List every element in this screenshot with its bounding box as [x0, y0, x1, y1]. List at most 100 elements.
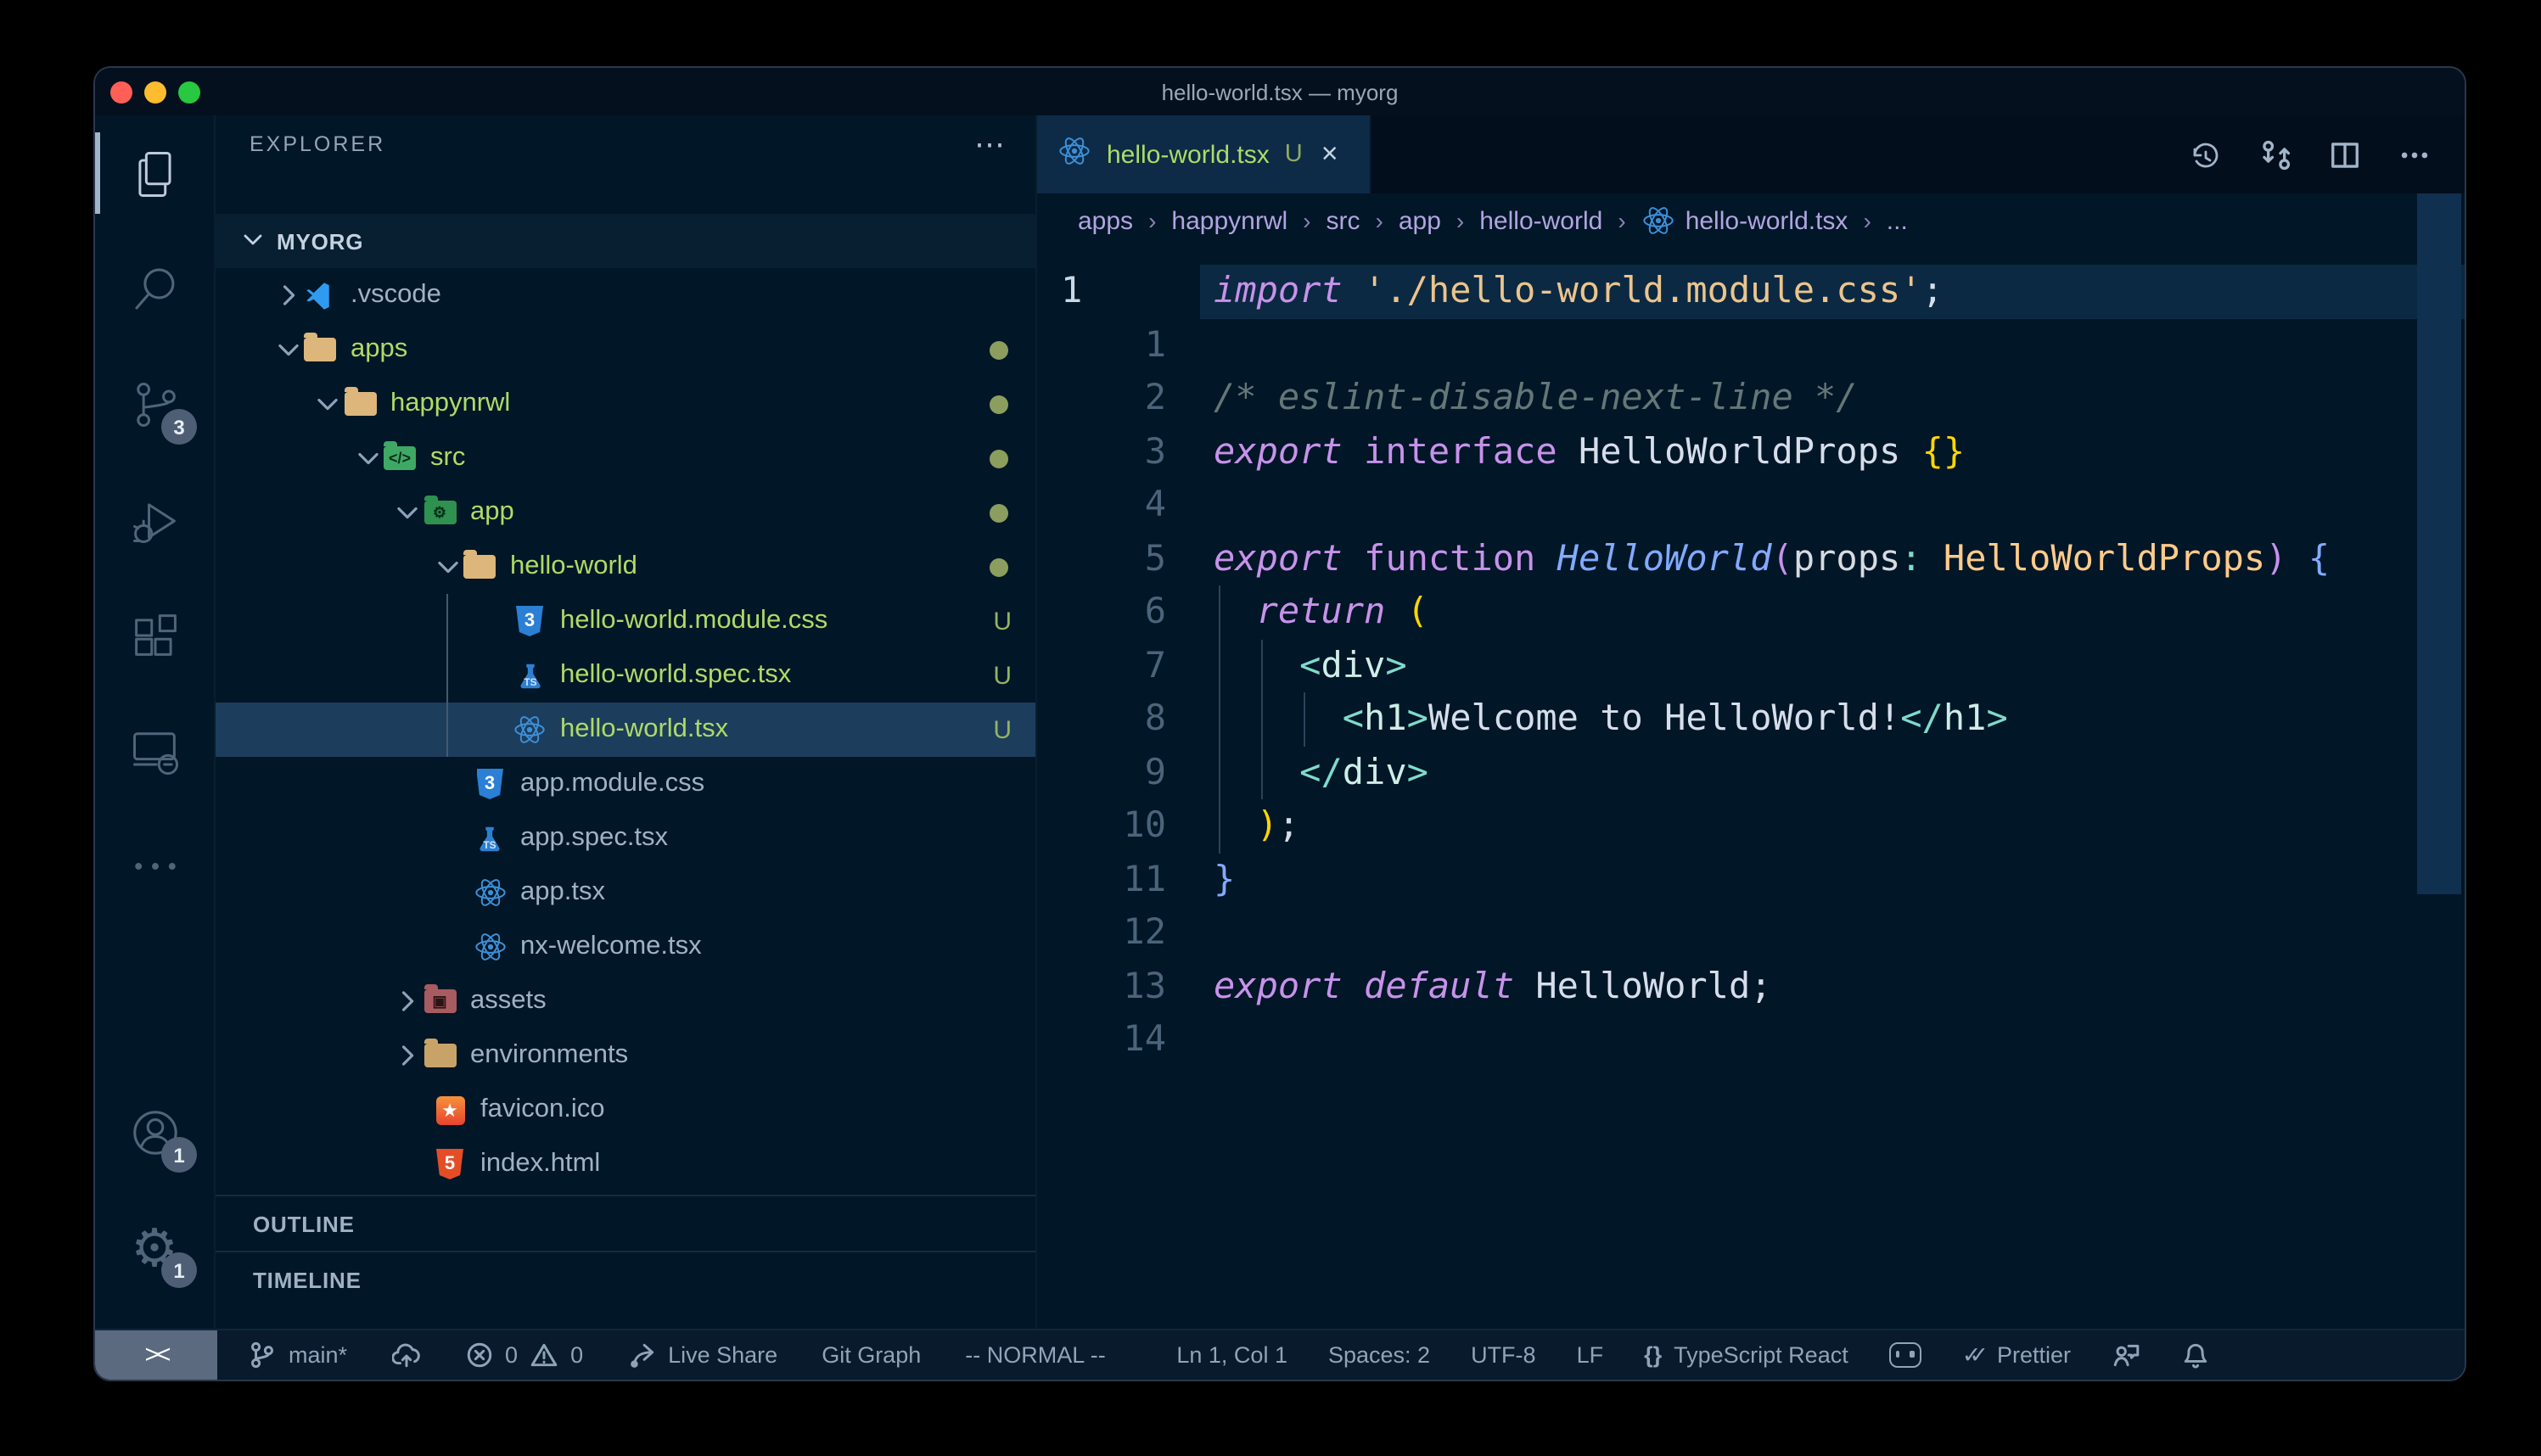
code-token: export — [1214, 537, 1343, 578]
breadcrumb-label: hello-world — [1479, 206, 1602, 235]
breadcrumb-item-hello-world-tsx[interactable]: hello-world.tsx — [1641, 204, 1848, 238]
chevron-down-icon — [392, 497, 423, 528]
status-vim-mode[interactable]: -- NORMAL -- — [965, 1342, 1106, 1368]
tree-item-apps[interactable]: apps — [216, 322, 1035, 377]
breadcrumb-item--[interactable]: ... — [1887, 206, 1908, 235]
code-token: </ — [1299, 751, 1343, 792]
tree-item-hello-world[interactable]: hello-world — [216, 540, 1035, 594]
tree-item-app[interactable]: ⚙app — [216, 485, 1035, 540]
activity-accounts[interactable]: 1 — [95, 1074, 214, 1190]
tree-item--vscode[interactable]: .vscode — [216, 268, 1035, 322]
breadcrumb-item-src[interactable]: src — [1327, 206, 1360, 235]
status-live-share[interactable]: Live Share — [627, 1341, 777, 1369]
modified-dot-icon — [990, 340, 1008, 359]
react-icon — [473, 876, 507, 910]
status-notifications[interactable] — [2181, 1341, 2210, 1369]
zoom-window-button[interactable] — [178, 81, 200, 103]
code-line: 1 import './hello-world.module.css'; — [1037, 265, 2465, 318]
svg-text:TS: TS — [523, 675, 536, 687]
minimize-window-button[interactable] — [144, 81, 166, 103]
tree-item-app-tsx[interactable]: app.tsx — [216, 865, 1035, 920]
panel-outline[interactable]: OUTLINE — [216, 1195, 1035, 1251]
tree-item-assets[interactable]: ▣assets — [216, 974, 1035, 1028]
tab-hello-world-tsx[interactable]: hello-world.tsx U × — [1037, 115, 1371, 193]
compare-changes-icon[interactable] — [2259, 138, 2291, 171]
activity-source-control[interactable]: 3 — [95, 346, 214, 462]
panel-timeline[interactable]: TIMELINE — [216, 1251, 1035, 1307]
flask-icon: TS — [513, 658, 547, 692]
tree-item-happynrwl[interactable]: happynrwl — [216, 377, 1035, 431]
code-text: ); — [1214, 799, 1299, 853]
tree-item-label: nx-welcome.tsx — [520, 932, 702, 962]
activity-explorer[interactable] — [95, 115, 214, 231]
code-token — [1900, 430, 1921, 471]
status-copilot[interactable] — [1889, 1342, 1921, 1368]
code-text: import './hello-world.module.css'; — [1214, 265, 1944, 318]
breadcrumb-item-happynrwl[interactable]: happynrwl — [1171, 206, 1287, 235]
editor-scrollbar[interactable] — [2417, 193, 2461, 894]
breadcrumb-item-hello-world[interactable]: hello-world — [1479, 206, 1602, 235]
titlebar[interactable]: hello-world.tsx — myorg — [95, 68, 2465, 115]
activity-extensions[interactable] — [95, 577, 214, 692]
line-number: 10 — [1037, 799, 1214, 853]
status-branch[interactable]: main* — [248, 1341, 347, 1369]
braces-icon: {} — [1644, 1342, 1662, 1368]
tree-item-label: app.module.css — [520, 769, 704, 799]
code-line: 12 — [1037, 906, 2465, 960]
code-token: export — [1214, 430, 1343, 471]
status-prettier[interactable]: ✓✓Prettier — [1962, 1341, 2071, 1369]
status-git-graph[interactable]: Git Graph — [822, 1342, 921, 1368]
more-actions-icon[interactable] — [2398, 138, 2431, 171]
code-line: 14 — [1037, 1013, 2465, 1067]
breadcrumb-item-app[interactable]: app — [1399, 206, 1441, 235]
status-eol[interactable]: LF — [1577, 1342, 1604, 1368]
tree-item-hello-world-spec-tsx[interactable]: TShello-world.spec.tsxU — [216, 648, 1035, 703]
tree-item-hello-world-tsx[interactable]: hello-world.tsxU — [216, 703, 1035, 757]
tree-item-environments[interactable]: environments — [216, 1028, 1035, 1083]
activity-badge: 3 — [161, 409, 197, 445]
activity-run-debug[interactable] — [95, 462, 214, 577]
activity-more[interactable] — [95, 808, 214, 923]
breadcrumb-separator: › — [1863, 207, 1871, 234]
split-editor-icon[interactable] — [2329, 138, 2361, 171]
code-token: > — [1986, 697, 2007, 738]
editor-group: hello-world.tsx U × apps › happynrwl › src… — [1037, 115, 2465, 1329]
code-token — [1385, 591, 1406, 631]
tree-item-nx-welcome-tsx[interactable]: nx-welcome.tsx — [216, 920, 1035, 974]
activity-remote-explorer[interactable] — [95, 692, 214, 808]
status-feedback[interactable] — [2112, 1341, 2140, 1369]
tree-item-hello-world-module-css[interactable]: 3hello-world.module.cssU — [216, 594, 1035, 648]
code-editor[interactable]: 1 import './hello-world.module.css'; 1 2… — [1037, 248, 2465, 1329]
status-encoding[interactable]: UTF-8 — [1471, 1342, 1536, 1368]
status-cursor-position[interactable]: Ln 1, Col 1 — [1176, 1342, 1287, 1368]
tree-item-favicon-ico[interactable]: ★favicon.ico — [216, 1083, 1035, 1137]
status-language-mode[interactable]: {}TypeScript React — [1644, 1342, 1848, 1368]
breadcrumb-item-apps[interactable]: apps — [1078, 206, 1133, 235]
bell-icon — [2181, 1341, 2210, 1369]
activity-search[interactable] — [95, 231, 214, 346]
status-indentation[interactable]: Spaces: 2 — [1328, 1342, 1430, 1368]
workspace-section-myorg[interactable]: MYORG — [216, 214, 1035, 268]
remote-indicator[interactable]: >< — [95, 1330, 217, 1380]
code-token: div — [1321, 644, 1385, 685]
branch-icon — [248, 1341, 277, 1369]
code-text: /* eslint-disable-next-line */ — [1214, 372, 1858, 425]
history-icon[interactable] — [2190, 138, 2222, 171]
explorer-more-actions-icon[interactable]: ⋯ — [974, 126, 1008, 162]
status-label: UTF-8 — [1471, 1342, 1536, 1368]
feedback-icon — [2112, 1341, 2140, 1369]
activity-settings[interactable]: ⚙ 1 — [95, 1190, 214, 1305]
close-window-button[interactable] — [110, 81, 132, 103]
tree-item-src[interactable]: </>src — [216, 431, 1035, 485]
code-text: export function HelloWorld(props: HelloW… — [1214, 532, 2330, 585]
line-number: 5 — [1037, 532, 1214, 585]
tree-item-index-html[interactable]: 5index.html — [216, 1137, 1035, 1191]
editor-actions — [2190, 115, 2465, 193]
status-problems[interactable]: 00 — [464, 1341, 583, 1369]
tree-item-app-spec-tsx[interactable]: TSapp.spec.tsx — [216, 811, 1035, 865]
tree-item-app-module-css[interactable]: 3app.module.css — [216, 757, 1035, 811]
code-line: 9 </div> — [1037, 746, 2465, 799]
breadcrumb-separator: › — [1376, 207, 1383, 234]
close-tab-icon[interactable]: × — [1321, 137, 1338, 171]
status-publish[interactable] — [391, 1341, 420, 1369]
